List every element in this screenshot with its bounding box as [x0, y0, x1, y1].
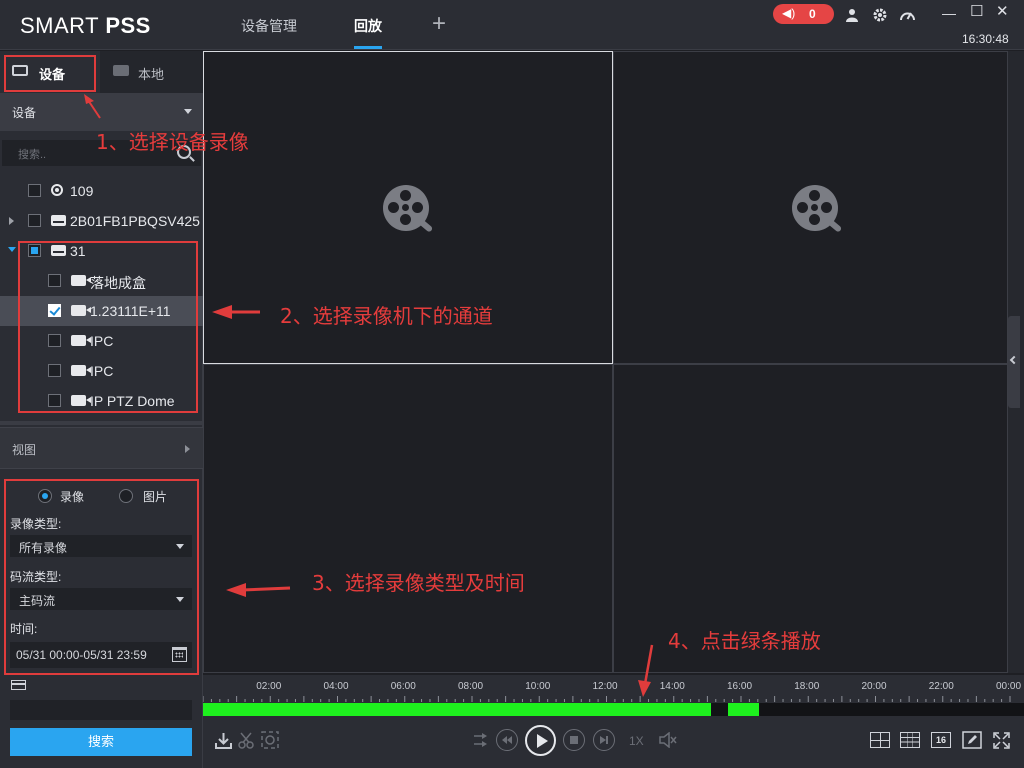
panel-tab-local-label: 本地	[138, 67, 165, 82]
webcam-icon	[51, 184, 63, 196]
tab-device-management[interactable]: 设备管理	[241, 16, 297, 36]
add-tab-button[interactable]: +	[432, 12, 446, 36]
timeline-label: 10:00	[525, 681, 551, 692]
logo-text-light: SMART	[20, 13, 106, 38]
expand-arrow-down-icon[interactable]	[8, 247, 16, 252]
timeline-label: 12:00	[592, 681, 618, 692]
recording-segment[interactable]	[728, 703, 760, 716]
annotation-step-3: 3、选择录像类型及时间	[312, 571, 525, 595]
tree-node-label: 2B01FB1PBQSV425	[70, 213, 200, 229]
title-bar: SMART PSS 设备管理 回放 + ◀) 0 — ☐ ✕ 16:30:48	[0, 0, 1024, 50]
volume-mute-icon[interactable]	[659, 732, 677, 748]
snapshot-icon[interactable]	[261, 731, 279, 749]
stop-button[interactable]	[563, 729, 585, 751]
timeline-label: 16:00	[727, 681, 753, 692]
chevron-right-icon	[185, 445, 190, 453]
monitor-icon	[113, 65, 129, 76]
tree-node-checkbox[interactable]	[28, 214, 41, 227]
scissors-icon[interactable]	[238, 732, 254, 749]
timeline-label: 08:00	[458, 681, 484, 692]
film-reel-icon	[383, 185, 435, 237]
panel-tab-local[interactable]: 本地	[100, 51, 203, 93]
timeline[interactable]: 02:00 04:00 06:00 08:00 10:00 12:00 14:00 16:00…	[203, 675, 1024, 717]
timeline-label: 00:00	[996, 681, 1022, 692]
film-reel-icon	[792, 185, 844, 237]
sync-play-icon[interactable]	[473, 733, 489, 747]
download-icon[interactable]	[215, 732, 232, 749]
recording-segment[interactable]	[203, 703, 711, 716]
timeline-label: 04:00	[323, 681, 349, 692]
clock: 16:30:48	[962, 32, 1009, 46]
speaker-icon: ◀)	[782, 6, 796, 20]
nvr-icon	[51, 215, 66, 226]
view-section[interactable]: 视图	[0, 427, 203, 469]
tree-node[interactable]: 109	[0, 176, 203, 206]
tree-scrollbar[interactable]	[0, 421, 203, 425]
search-button[interactable]: 搜索	[10, 728, 192, 756]
timeline-label: 22:00	[928, 681, 954, 692]
alarm-badge[interactable]: ◀) 0	[773, 4, 834, 24]
timeline-label: 06:00	[390, 681, 416, 692]
annotation-box-filter	[4, 479, 199, 675]
timeline-ticks	[203, 696, 1011, 702]
active-tab-indicator	[354, 46, 382, 49]
maximize-button[interactable]: ☐	[970, 4, 983, 19]
edit-icon[interactable]	[962, 731, 982, 749]
annotation-step-1: 1、选择设备录像	[96, 130, 249, 154]
video-cell-2[interactable]	[613, 51, 1008, 364]
layout-9-icon[interactable]	[900, 732, 920, 748]
collapse-panel-handle[interactable]	[1008, 316, 1020, 408]
annotation-box-channels	[18, 241, 198, 413]
search-placeholder: 搜索..	[18, 149, 47, 161]
annotation-box-device-tab	[4, 55, 96, 92]
play-button[interactable]	[525, 725, 556, 756]
layout-4-icon[interactable]	[870, 732, 890, 748]
playback-toolbar: 1X 16	[203, 717, 1024, 768]
rewind-icon	[502, 736, 512, 744]
timeline-label: 20:00	[861, 681, 887, 692]
timeline-label: 14:00	[659, 681, 685, 692]
video-cell-3[interactable]	[203, 364, 613, 673]
tab-playback[interactable]: 回放	[354, 16, 382, 36]
view-label: 视图	[12, 443, 37, 457]
device-dropdown-value: 设备	[12, 106, 37, 120]
stop-icon	[570, 736, 578, 744]
card-number-input[interactable]	[10, 700, 192, 720]
tree-node[interactable]: 2B01FB1PBQSV425	[0, 206, 203, 236]
expand-arrow-right-icon[interactable]	[9, 217, 14, 225]
annotation-step-2: 2、选择录像机下的通道	[280, 304, 493, 328]
logo-text-bold: PSS	[105, 13, 151, 38]
timeline-label: 18:00	[794, 681, 820, 692]
chevron-left-icon	[1009, 355, 1019, 365]
app-logo: SMART PSS	[20, 13, 151, 39]
speedometer-icon[interactable]	[899, 8, 916, 22]
gear-icon[interactable]	[872, 7, 888, 23]
minimize-button[interactable]: —	[942, 6, 956, 20]
user-icon[interactable]	[845, 8, 859, 22]
next-frame-icon	[600, 736, 608, 744]
tree-node-checkbox[interactable]	[28, 184, 41, 197]
alarm-count: 0	[809, 7, 816, 21]
card-icon	[11, 680, 26, 690]
next-frame-button[interactable]	[593, 729, 615, 751]
recording-track[interactable]	[203, 703, 1024, 716]
playback-speed[interactable]: 1X	[629, 734, 644, 748]
fullscreen-icon[interactable]	[993, 732, 1010, 749]
layout-16-icon[interactable]: 16	[931, 732, 951, 748]
annotation-step-4: 4、点击绿条播放	[668, 629, 821, 653]
chevron-down-icon	[184, 109, 192, 114]
timeline-label: 02:00	[256, 681, 282, 692]
tree-node-label: 109	[70, 183, 94, 199]
rewind-button[interactable]	[496, 729, 518, 751]
close-button[interactable]: ✕	[996, 4, 1009, 19]
